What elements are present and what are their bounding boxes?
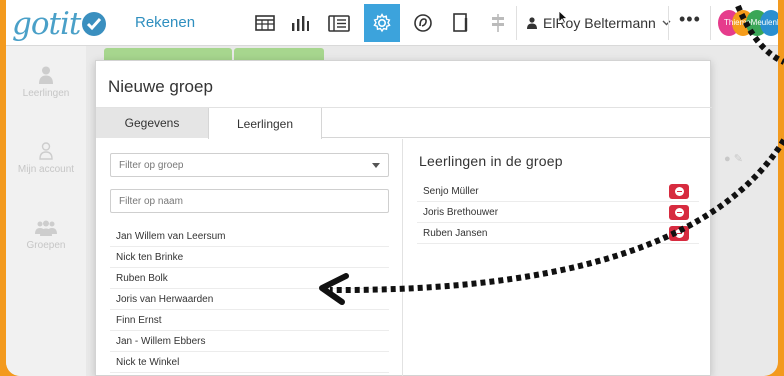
group-members-list: Senjo Müller Joris Brethouwer Ruben Jans… bbox=[417, 181, 699, 244]
background-row-icons: ● ✎ bbox=[724, 153, 743, 165]
list-card-icon[interactable] bbox=[322, 8, 356, 38]
sidebar-item-leerlingen[interactable]: Leerlingen bbox=[6, 66, 86, 99]
available-students-panel: Filter op groep Jan Willem van Leersum N… bbox=[96, 139, 402, 376]
group-member-row: Ruben Jansen bbox=[417, 223, 699, 244]
gotit-logo[interactable]: gotit bbox=[12, 6, 122, 42]
top-bar: gotit Rekenen ElRoy Beltermann ••• Thiem… bbox=[6, 0, 778, 46]
gear-icon[interactable] bbox=[364, 4, 400, 42]
filter-group-select[interactable]: Filter op groep bbox=[110, 153, 389, 177]
logo-text: gotit bbox=[12, 6, 81, 42]
group-member-name: Ruben Jansen bbox=[423, 228, 488, 239]
signpost-icon[interactable] bbox=[481, 8, 515, 38]
grid-table-icon[interactable] bbox=[248, 8, 282, 38]
group-member-row: Joris Brethouwer bbox=[417, 202, 699, 223]
modal-tabs: Gegevens Leerlingen bbox=[96, 108, 712, 139]
user-outline-icon bbox=[39, 142, 53, 160]
student-list: Jan Willem van Leersum Nick ten Brinke R… bbox=[110, 226, 389, 373]
toolbar-separator bbox=[668, 6, 669, 40]
sidebar-item-label: Mijn account bbox=[17, 164, 75, 175]
remove-member-button[interactable] bbox=[669, 226, 689, 241]
sidebar: Leerlingen Mijn account Groepen bbox=[6, 46, 86, 376]
chevron-down-icon bbox=[662, 20, 671, 26]
tab-gegevens[interactable]: Gegevens bbox=[96, 108, 208, 138]
filter-group-placeholder: Filter op groep bbox=[119, 160, 184, 171]
at-sign-icon[interactable] bbox=[406, 8, 440, 38]
student-list-item[interactable]: Finn Ernst bbox=[110, 310, 389, 331]
user-icon bbox=[39, 66, 53, 84]
app-window: gotit Rekenen ElRoy Beltermann ••• Thiem… bbox=[6, 0, 778, 376]
student-list-item[interactable]: Joris van Herwaarden bbox=[110, 289, 389, 310]
filter-name-input[interactable] bbox=[110, 189, 389, 213]
document-icon[interactable] bbox=[443, 8, 477, 38]
minus-circle-icon bbox=[674, 229, 684, 238]
user-icon bbox=[527, 17, 537, 29]
mouse-cursor-icon bbox=[558, 10, 569, 27]
group-members-title: Leerlingen in de groep bbox=[419, 153, 563, 169]
sidebar-item-mijn-account[interactable]: Mijn account bbox=[6, 142, 86, 175]
sidebar-item-label: Leerlingen bbox=[22, 88, 70, 99]
more-menu-button[interactable]: ••• bbox=[679, 9, 701, 30]
sidebar-item-label: Groepen bbox=[26, 240, 66, 251]
new-group-modal: Nieuwe groep Gegevens Leerlingen Filter … bbox=[95, 60, 712, 376]
student-list-item[interactable]: Nick ten Brinke bbox=[110, 247, 389, 268]
minus-circle-icon bbox=[674, 187, 684, 196]
student-list-item[interactable]: Ruben Bolk bbox=[110, 268, 389, 289]
group-member-row: Senjo Müller bbox=[417, 181, 699, 202]
student-list-item[interactable]: Nick te Winkel bbox=[110, 352, 389, 373]
toolbar-separator bbox=[710, 6, 711, 40]
group-member-name: Senjo Müller bbox=[423, 186, 479, 197]
minus-circle-icon bbox=[674, 208, 684, 217]
modal-title: Nieuwe groep bbox=[108, 77, 213, 96]
remove-member-button[interactable] bbox=[669, 184, 689, 199]
user-menu[interactable]: ElRoy Beltermann bbox=[527, 15, 671, 31]
group-member-name: Joris Brethouwer bbox=[423, 207, 499, 218]
toolbar-separator bbox=[516, 6, 517, 40]
bar-chart-icon[interactable] bbox=[283, 8, 317, 38]
remove-member-button[interactable] bbox=[669, 205, 689, 220]
logo-check-icon bbox=[82, 12, 106, 36]
group-members-panel: Leerlingen in de groep Senjo Müller Jori… bbox=[403, 139, 712, 376]
tab-leerlingen[interactable]: Leerlingen bbox=[208, 108, 322, 139]
caret-down-icon bbox=[372, 163, 380, 168]
student-list-item[interactable]: Jan - Willem Ebbers bbox=[110, 331, 389, 352]
app-name: Rekenen bbox=[135, 14, 196, 31]
brand-logo[interactable]: ThiemeMeulenhoff bbox=[718, 10, 778, 36]
brand-text: ThiemeMeulenhoff bbox=[724, 18, 778, 27]
student-list-item[interactable]: Jan Willem van Leersum bbox=[110, 226, 389, 247]
group-icon bbox=[35, 220, 57, 236]
sidebar-item-groepen[interactable]: Groepen bbox=[6, 220, 86, 251]
